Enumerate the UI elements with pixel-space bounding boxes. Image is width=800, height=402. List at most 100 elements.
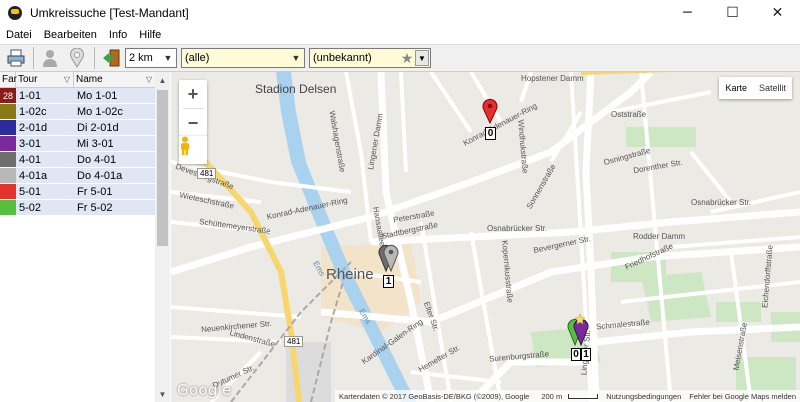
print-button[interactable] bbox=[3, 45, 29, 71]
name-cell: Do 4-01 bbox=[77, 153, 117, 166]
pin-cluster-counts: 0 1 bbox=[571, 348, 591, 361]
scroll-up-icon[interactable]: ▲ bbox=[155, 72, 170, 88]
tour-color-swatch: 28 bbox=[0, 88, 16, 103]
map-label-osnabruecker1: Osnabrücker Str. bbox=[487, 224, 548, 233]
table-row[interactable]: 4-01 Do 4-01 bbox=[0, 152, 156, 168]
tour-cell: 2-01d bbox=[19, 121, 48, 134]
status-value: (unbekannt) bbox=[313, 52, 372, 64]
filter-select[interactable]: (alle) ▼ bbox=[181, 48, 305, 68]
street-view-button[interactable] bbox=[179, 136, 207, 164]
app-icon bbox=[8, 6, 22, 20]
pin-count-red: 0 bbox=[485, 127, 496, 140]
chevron-down-icon: ▼ bbox=[291, 53, 301, 63]
name-cell: Fr 5-02 bbox=[77, 201, 113, 214]
map-scale-label: 200 m bbox=[541, 391, 563, 401]
tour-cell: 5-01 bbox=[19, 185, 42, 198]
map-attribution: Kartendaten © 2017 GeoBasis-DE/BKG (©200… bbox=[339, 391, 530, 401]
table-row[interactable]: 5-01 Fr 5-01 bbox=[0, 184, 156, 200]
minimize-button[interactable]: ─ bbox=[665, 0, 710, 26]
map-type-karte[interactable]: Karte bbox=[719, 77, 753, 99]
star-icon[interactable]: ★ bbox=[399, 50, 415, 67]
table-row[interactable]: 28 1-01 Mo 1-01 bbox=[0, 88, 156, 104]
pin-count-cluster-purple: 1 bbox=[581, 348, 591, 361]
window-title: Umkreissuche [Test-Mandant] bbox=[30, 6, 189, 20]
route-shield-481a: 481 bbox=[197, 168, 217, 179]
table-row[interactable]: 4-01a Do 4-01a bbox=[0, 168, 156, 184]
toolbar: 2 km ▼ (alle) ▼ (unbekannt) ★ ▼ bbox=[0, 44, 800, 72]
map-report-link[interactable]: Fehler bei Google Maps melden bbox=[685, 392, 800, 401]
column-header-tour[interactable]: Tour ▽ bbox=[16, 72, 74, 87]
map-pin-gray[interactable] bbox=[378, 242, 400, 272]
table-row[interactable]: 5-02 Fr 5-02 bbox=[0, 200, 156, 216]
table-row[interactable]: 2-01d Di 2-01d bbox=[0, 120, 156, 136]
chevron-down-icon: ▼ bbox=[163, 53, 173, 63]
map-label-station: Stadion Delsen bbox=[255, 82, 337, 96]
map-pin-cluster[interactable] bbox=[567, 312, 593, 346]
tour-cell: 1-01 bbox=[19, 89, 42, 102]
map-terms-link[interactable]: Nutzungsbedingungen bbox=[602, 392, 685, 401]
radius-value: 2 km bbox=[129, 52, 153, 64]
google-logo: Google bbox=[177, 381, 232, 399]
printer-icon bbox=[7, 49, 25, 67]
menu-datei[interactable]: Datei bbox=[0, 29, 38, 41]
person-button[interactable] bbox=[37, 45, 63, 71]
zoom-out-button[interactable]: − bbox=[179, 109, 207, 137]
tour-color-swatch bbox=[0, 184, 16, 199]
zoom-control: + − bbox=[179, 80, 207, 136]
column-header-name[interactable]: Name ▽ bbox=[74, 72, 156, 87]
close-button[interactable]: ✕ bbox=[755, 0, 800, 26]
name-cell: Mo 1-01 bbox=[77, 89, 118, 102]
filter-icon[interactable]: ▽ bbox=[146, 75, 152, 84]
pin-count-cluster-green: 0 bbox=[571, 348, 581, 361]
chevron-down-icon[interactable]: ▼ bbox=[415, 50, 429, 66]
menu-bar: Datei Bearbeiten Info Hilfe bbox=[0, 26, 800, 44]
map-label-osnabruecker2: Osnabrücker Str. bbox=[691, 198, 752, 207]
tour-cell: 1-02c bbox=[19, 105, 47, 118]
exit-door-icon bbox=[103, 49, 120, 67]
scale-bar bbox=[568, 394, 599, 400]
table-row[interactable]: 3-01 Mi 3-01 bbox=[0, 136, 156, 152]
filter-value: (alle) bbox=[185, 52, 210, 64]
route-shield-481b: 481 bbox=[284, 336, 304, 347]
radius-select[interactable]: 2 km ▼ bbox=[125, 48, 177, 68]
title-bar: Umkreissuche [Test-Mandant] ─ ☐ ✕ bbox=[0, 0, 800, 26]
tour-list-panel: Far Tour ▽ Name ▽ 28 1-01 Mo 1-01 1-02c Mo 1… bbox=[0, 72, 170, 402]
map-attribution-bar: Kartendaten © 2017 GeoBasis-DE/BKG (©200… bbox=[335, 390, 800, 402]
table-row[interactable]: 1-02c Mo 1-02c bbox=[0, 104, 156, 120]
maximize-button[interactable]: ☐ bbox=[710, 0, 755, 26]
tour-cell: 3-01 bbox=[19, 137, 42, 150]
map-type-satellite[interactable]: Satellit bbox=[753, 77, 792, 99]
menu-hilfe[interactable]: Hilfe bbox=[133, 29, 167, 41]
map-view[interactable]: Stadion Delsen Rheine Hopstener Damm Kon… bbox=[171, 72, 800, 402]
tour-color-swatch bbox=[0, 104, 16, 119]
scrollbar-thumb[interactable] bbox=[157, 90, 168, 246]
map-pin-red[interactable] bbox=[482, 98, 498, 124]
tour-cell: 4-01a bbox=[19, 169, 48, 182]
tour-color-swatch bbox=[0, 200, 16, 215]
column-header-name-label: Name bbox=[76, 74, 103, 85]
scroll-down-icon[interactable]: ▼ bbox=[155, 386, 170, 402]
tour-color-swatch bbox=[0, 168, 16, 183]
tour-color-swatch bbox=[0, 120, 16, 135]
column-header-tour-label: Tour bbox=[18, 74, 38, 85]
location-button[interactable] bbox=[64, 45, 90, 71]
menu-bearbeiten[interactable]: Bearbeiten bbox=[38, 29, 103, 41]
name-cell: Fr 5-01 bbox=[77, 185, 113, 198]
status-select[interactable]: (unbekannt) ★ ▼ bbox=[309, 48, 431, 68]
name-cell: Mo 1-02c bbox=[77, 105, 123, 118]
exit-button[interactable] bbox=[98, 45, 124, 71]
filter-icon[interactable]: ▽ bbox=[64, 75, 70, 84]
tour-cell: 5-02 bbox=[19, 201, 42, 214]
tour-color-swatch bbox=[0, 152, 16, 167]
name-cell: Di 2-01d bbox=[77, 121, 119, 134]
person-icon bbox=[43, 50, 57, 67]
map-label-rodder: Rodder Damm bbox=[633, 232, 686, 241]
name-cell: Do 4-01a bbox=[77, 169, 123, 182]
name-cell: Mi 3-01 bbox=[77, 137, 114, 150]
map-label-hopstener: Hopstener Damm bbox=[521, 74, 584, 83]
column-header-far[interactable]: Far bbox=[0, 72, 17, 87]
menu-info[interactable]: Info bbox=[103, 29, 133, 41]
zoom-in-button[interactable]: + bbox=[179, 80, 207, 108]
map-scale: 200 m bbox=[533, 392, 602, 401]
vertical-scrollbar[interactable]: ▲ ▼ bbox=[155, 72, 170, 402]
